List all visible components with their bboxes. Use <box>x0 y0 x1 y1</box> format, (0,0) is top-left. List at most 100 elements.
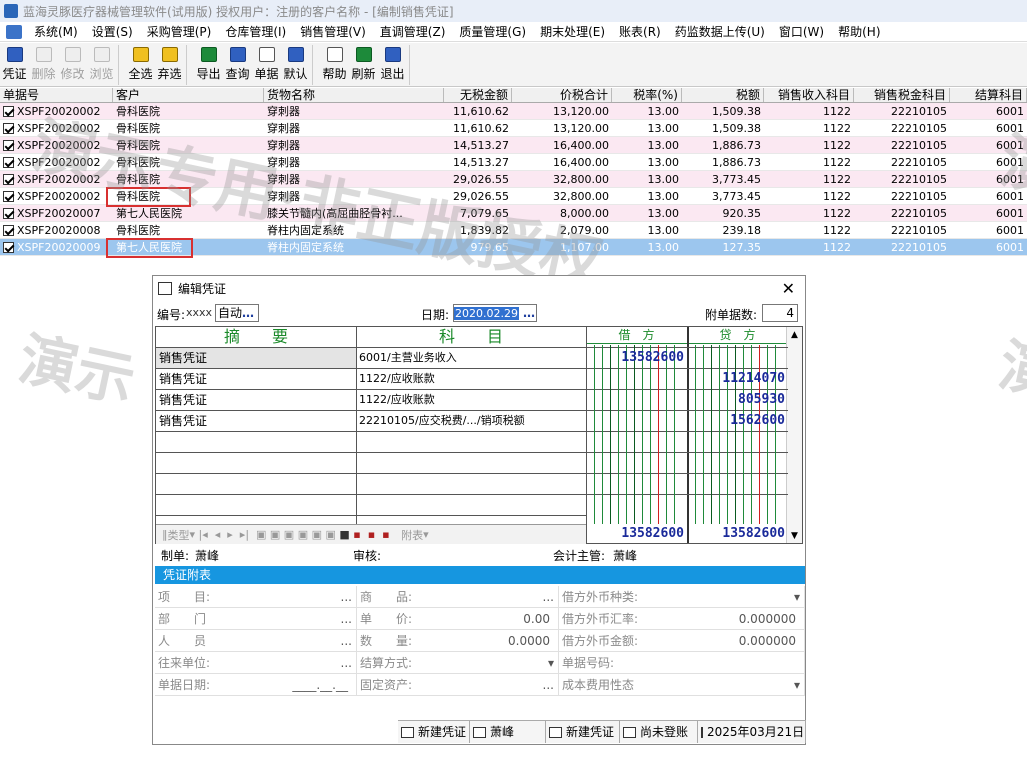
delete-row-icon[interactable]: ▪ <box>379 528 393 541</box>
field-value[interactable]: ... <box>539 674 554 696</box>
attachment-field[interactable]: 结算方式: ▾ <box>357 652 559 673</box>
field-more-icon[interactable]: ... <box>341 634 352 648</box>
toolbar-button-8[interactable]: 单据 <box>252 43 281 87</box>
field-more-icon[interactable]: ... <box>341 612 352 626</box>
field-value[interactable]: ... <box>337 630 352 652</box>
toolbar-button-5[interactable]: 弃选 <box>155 43 184 87</box>
row-checkbox[interactable] <box>3 174 14 185</box>
toolbar-button-0[interactable]: 凭证 <box>0 43 29 87</box>
menu-item[interactable]: 设置(S) <box>85 23 140 40</box>
field-value[interactable]: 0.000000 <box>739 608 800 630</box>
number-mode-select[interactable]: 自动… <box>215 304 259 322</box>
entry-credit[interactable]: 1562600 <box>689 413 785 428</box>
nav-attach-label[interactable]: 附表 <box>401 527 423 543</box>
toolbar-button-4[interactable]: 全选 <box>126 43 155 87</box>
first-record-icon[interactable]: |◂ <box>195 528 211 541</box>
voucher-scrollbar[interactable]: ▲ ▼ <box>786 327 802 543</box>
field-value[interactable]: ▾ <box>790 674 800 696</box>
print-icon[interactable]: ▪ <box>350 528 364 541</box>
field-value[interactable]: ... <box>337 586 352 608</box>
grid-column-header[interactable]: 单据号 <box>0 88 113 102</box>
menu-app-icon[interactable] <box>6 24 22 39</box>
prev-record-icon[interactable]: ◂ <box>211 528 224 541</box>
field-value[interactable]: 0.00 <box>523 608 554 630</box>
entry-account[interactable]: 1122/应收账款 <box>359 369 435 389</box>
attachment-field[interactable]: 项 目:... <box>155 586 357 607</box>
menu-item[interactable]: 系统(M) <box>27 23 85 40</box>
table-row[interactable]: XSPF20020002 骨科医院 穿刺器 11,610.62 13,120.00 13.… <box>0 120 1027 137</box>
scroll-up-icon[interactable]: ▲ <box>787 330 802 340</box>
entry-account[interactable]: 1122/应收账款 <box>359 390 435 410</box>
attach-count-input[interactable]: 4 <box>762 304 798 322</box>
table-row[interactable]: XSPF20020008 骨科医院 脊柱内固定系统 1,839.82 2,079.00 1… <box>0 222 1027 239</box>
field-more-icon[interactable]: ... <box>543 678 554 692</box>
toolbar-button-11[interactable]: 刷新 <box>349 43 378 87</box>
row-checkbox[interactable] <box>3 242 14 253</box>
toolbar-button-9[interactable]: 默认 <box>281 43 310 87</box>
toolbar-button-12[interactable]: 退出 <box>378 43 407 87</box>
field-more-icon[interactable]: ... <box>341 656 352 670</box>
table-row[interactable]: XSPF20020002 骨科医院 穿刺器 29,026.55 32,800.00 13.… <box>0 171 1027 188</box>
insert-row-icon[interactable]: ▪ <box>364 528 378 541</box>
attachment-field[interactable]: 成本费用性态 ▾ <box>559 674 805 695</box>
entry-debit[interactable]: 13582600 <box>588 350 684 365</box>
attachment-field[interactable]: 单 价: 0.00 <box>357 608 559 629</box>
field-value[interactable]: 0.0000 <box>508 630 554 652</box>
attachment-field[interactable]: 借方外币汇率: 0.000000 <box>559 608 805 629</box>
attachment-field[interactable]: 借方外币金额: 0.000000 <box>559 630 805 651</box>
row-checkbox[interactable] <box>3 123 14 134</box>
menu-item[interactable]: 销售管理(V) <box>293 23 373 40</box>
attachment-field[interactable]: 人 员... <box>155 630 357 651</box>
grid-column-header[interactable]: 销售税金科目 <box>854 88 950 102</box>
row-checkbox[interactable] <box>3 208 14 219</box>
grid-column-header[interactable]: 结算科目 <box>950 88 1027 102</box>
menu-item[interactable]: 采购管理(P) <box>140 23 219 40</box>
attachment-field[interactable]: 数 量: 0.0000 <box>357 630 559 651</box>
entry-summary[interactable]: 销售凭证 <box>159 390 207 410</box>
entry-account[interactable]: 22210105/应交税费/.../销项税额 <box>359 411 525 431</box>
attachment-field[interactable]: 单据日期: ____.__.__ <box>155 674 357 695</box>
entry-summary[interactable]: 销售凭证 <box>159 411 207 431</box>
grid-column-header[interactable]: 销售收入科目 <box>764 88 854 102</box>
menu-item[interactable]: 帮助(H) <box>831 23 887 40</box>
field-value[interactable]: ____.__.__ <box>292 674 352 696</box>
field-more-icon[interactable]: ▾ <box>548 656 554 670</box>
menu-item[interactable]: 质量管理(G) <box>452 23 533 40</box>
attachment-field[interactable]: 部 门... <box>155 608 357 629</box>
save-icon[interactable]: ■ <box>339 528 349 541</box>
menu-item[interactable]: 期末处理(E) <box>533 23 612 40</box>
close-icon[interactable]: ✕ <box>782 279 795 298</box>
entry-credit[interactable]: 11214070 <box>689 371 785 386</box>
field-more-icon[interactable]: ... <box>543 590 554 604</box>
row-checkbox[interactable] <box>3 191 14 202</box>
row-checkbox[interactable] <box>3 225 14 236</box>
attachment-field[interactable]: 单据号码: <box>559 652 805 673</box>
grid-column-header[interactable]: 货物名称 <box>264 88 444 102</box>
entry-account[interactable]: 6001/主营业务收入 <box>359 348 457 368</box>
nav-type-label[interactable]: 类型 <box>168 527 190 543</box>
attachment-field[interactable]: 借方外币种类: ▾ <box>559 586 805 607</box>
table-row[interactable]: XSPF20020002 骨科医院 穿刺器 11,610.62 13,120.00 13.… <box>0 103 1027 120</box>
date-picker-icon[interactable]: … <box>523 306 535 320</box>
entry-summary[interactable]: 销售凭证 <box>159 369 207 389</box>
field-value[interactable] <box>796 652 800 674</box>
field-value[interactable]: ... <box>337 652 352 674</box>
field-value[interactable]: ... <box>337 608 352 630</box>
grid-column-header[interactable]: 税率(%) <box>612 88 682 102</box>
next-record-icon[interactable]: ▸ <box>224 528 237 541</box>
row-checkbox[interactable] <box>3 106 14 117</box>
field-value[interactable]: ... <box>539 586 554 608</box>
entry-summary[interactable]: 销售凭证 <box>159 348 207 368</box>
table-row[interactable]: XSPF20020002 骨科医院 穿刺器 14,513.27 16,400.00 13.… <box>0 137 1027 154</box>
menu-item[interactable]: 药监数据上传(U) <box>668 23 772 40</box>
row-checkbox[interactable] <box>3 140 14 151</box>
grid-column-header[interactable]: 无税金额 <box>444 88 512 102</box>
row-checkbox[interactable] <box>3 157 14 168</box>
table-row[interactable]: XSPF20020007 第七人民医院 膝关节髓内(高屈曲胫骨衬... 7,079.6… <box>0 205 1027 222</box>
date-field[interactable]: 2020.02.29… <box>453 304 537 322</box>
menu-item[interactable]: 仓库管理(I) <box>218 23 293 40</box>
field-more-icon[interactable]: ▾ <box>794 590 800 604</box>
attachment-field[interactable]: 商 品:... <box>357 586 559 607</box>
field-value[interactable]: ▾ <box>544 652 554 674</box>
entry-credit[interactable]: 805930 <box>689 392 785 407</box>
